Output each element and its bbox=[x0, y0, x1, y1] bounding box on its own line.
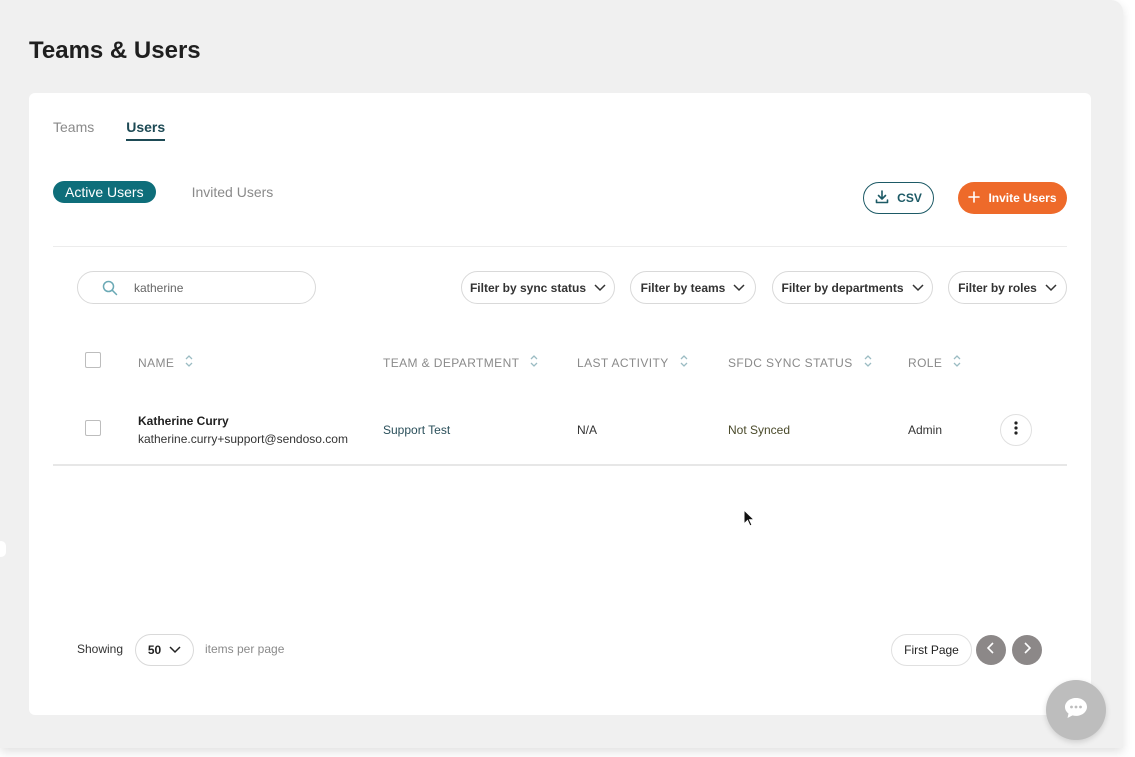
invite-users-label: Invite Users bbox=[988, 191, 1057, 205]
filter-roles[interactable]: Filter by roles bbox=[948, 271, 1067, 304]
plus-icon bbox=[968, 190, 981, 206]
sort-icon bbox=[952, 354, 962, 371]
page-title: Teams & Users bbox=[29, 37, 201, 64]
column-label: SFDC SYNC STATUS bbox=[728, 355, 853, 370]
sort-icon bbox=[184, 354, 194, 371]
app-window: Teams & Users Teams Users Active Users I… bbox=[0, 0, 1123, 748]
column-label: TEAM & DEPARTMENT bbox=[383, 355, 520, 370]
column-header-last-activity[interactable]: LAST ACTIVITY bbox=[577, 354, 689, 371]
mouse-cursor-icon bbox=[743, 508, 756, 532]
column-header-name[interactable]: NAME bbox=[138, 354, 194, 371]
chevron-left-icon bbox=[986, 641, 995, 659]
column-header-team[interactable]: TEAM & DEPARTMENT bbox=[383, 354, 539, 371]
filter-label: Filter by teams bbox=[640, 280, 726, 295]
user-team: Support Test bbox=[383, 423, 451, 437]
filter-sync-status[interactable]: Filter by sync status bbox=[461, 271, 615, 304]
search-icon bbox=[102, 280, 118, 301]
chat-widget-button[interactable] bbox=[1046, 680, 1106, 740]
sort-icon bbox=[679, 354, 689, 371]
sort-icon bbox=[529, 354, 539, 371]
row-checkbox[interactable] bbox=[85, 420, 101, 436]
filter-label: Filter by roles bbox=[958, 280, 1037, 295]
more-vertical-icon bbox=[1014, 420, 1018, 440]
download-icon bbox=[875, 189, 889, 207]
users-card: Teams Users Active Users Invited Users C… bbox=[29, 93, 1091, 715]
column-label: NAME bbox=[138, 355, 175, 370]
column-label: LAST ACTIVITY bbox=[577, 355, 669, 370]
tab-teams[interactable]: Teams bbox=[53, 119, 94, 141]
filter-label: Filter by sync status bbox=[469, 280, 587, 295]
user-status-segment: Active Users Invited Users bbox=[53, 181, 273, 203]
search-input[interactable]: katherine bbox=[77, 271, 316, 304]
user-last-activity: N/A bbox=[577, 423, 598, 437]
chevron-down-icon bbox=[594, 281, 606, 295]
user-role: Admin bbox=[908, 423, 943, 437]
filter-departments[interactable]: Filter by departments bbox=[772, 271, 933, 304]
user-sync-status: Not Synced bbox=[728, 423, 791, 437]
tab-bar: Teams Users bbox=[53, 119, 166, 141]
search-value: katherine bbox=[134, 281, 184, 295]
row-actions-button[interactable] bbox=[1000, 414, 1032, 446]
csv-download-button[interactable]: CSV bbox=[863, 182, 934, 214]
column-header-role[interactable]: ROLE bbox=[908, 354, 962, 371]
filter-teams[interactable]: Filter by teams bbox=[630, 271, 756, 304]
user-email: katherine.curry+support@sendoso.com bbox=[138, 432, 348, 446]
invited-users-toggle[interactable]: Invited Users bbox=[192, 184, 274, 200]
chevron-down-icon bbox=[1045, 281, 1057, 295]
previous-page-button[interactable] bbox=[976, 635, 1006, 665]
chevron-down-icon bbox=[911, 281, 924, 295]
first-page-button[interactable]: First Page bbox=[891, 634, 972, 666]
sort-icon bbox=[863, 354, 873, 371]
chevron-down-icon bbox=[169, 643, 181, 657]
items-per-page-label: items per page bbox=[205, 642, 285, 656]
filter-label: Filter by departments bbox=[781, 280, 904, 295]
column-header-sync-status[interactable]: SFDC SYNC STATUS bbox=[728, 354, 873, 371]
tab-users[interactable]: Users bbox=[126, 119, 166, 141]
active-users-toggle[interactable]: Active Users bbox=[53, 181, 156, 203]
csv-label: CSV bbox=[897, 191, 922, 205]
column-label: ROLE bbox=[908, 355, 943, 370]
chevron-down-icon bbox=[733, 281, 745, 295]
per-page-value: 50 bbox=[147, 643, 162, 657]
section-divider bbox=[53, 246, 1067, 247]
showing-label: Showing bbox=[77, 642, 124, 656]
chat-bubble-icon bbox=[1063, 696, 1089, 725]
side-handle[interactable] bbox=[0, 541, 6, 557]
row-divider bbox=[53, 464, 1067, 466]
user-name: Katherine Curry bbox=[138, 414, 229, 428]
next-page-button[interactable] bbox=[1012, 635, 1042, 665]
invite-users-button[interactable]: Invite Users bbox=[958, 182, 1067, 214]
items-per-page-select[interactable]: 50 bbox=[135, 634, 194, 666]
chevron-right-icon bbox=[1023, 641, 1032, 659]
select-all-checkbox[interactable] bbox=[85, 352, 101, 368]
